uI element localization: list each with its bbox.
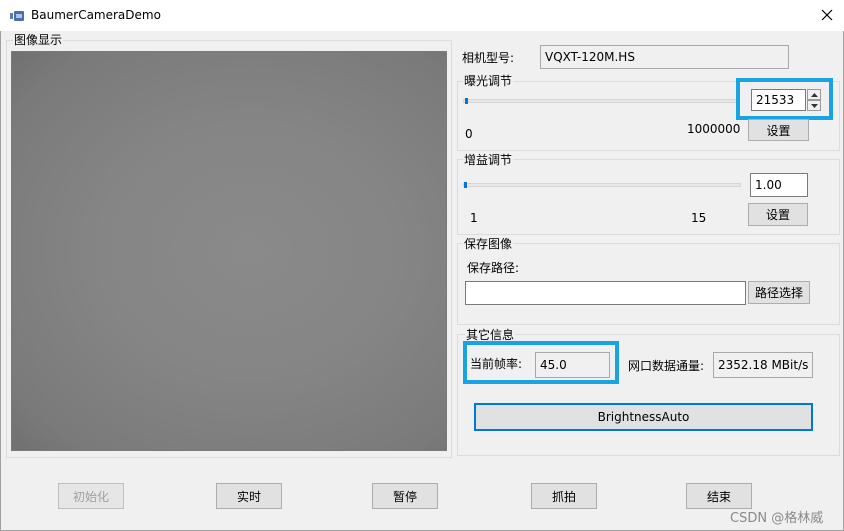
gain-set-button[interactable]: 设置	[748, 203, 808, 226]
brightness-auto-button[interactable]: BrightnessAuto	[474, 403, 813, 431]
throughput-label: 网口数据通量:	[628, 359, 705, 373]
gain-slider[interactable]	[463, 182, 741, 188]
save-image-group-label: 保存图像	[463, 237, 514, 251]
camera-model-field: VQXT-120M.HS	[540, 45, 789, 69]
exposure-slider-thumb[interactable]	[464, 98, 468, 104]
capture-button[interactable]: 抓拍	[531, 483, 597, 509]
live-button[interactable]: 实时	[216, 483, 282, 509]
choose-path-button[interactable]: 路径选择	[748, 281, 810, 304]
exposure-group-label: 曝光调节	[463, 74, 514, 88]
camera-image-view[interactable]	[11, 51, 447, 451]
pause-button[interactable]: 暂停	[372, 483, 438, 509]
throughput-field: 2352.18 MBit/s	[713, 352, 813, 378]
window-title: BaumerCameraDemo	[31, 8, 161, 22]
close-icon	[821, 9, 833, 21]
gain-group-label: 增益调节	[463, 153, 514, 167]
exposure-max-label: 1000000	[687, 122, 741, 136]
watermark: CSDN @格林威	[730, 511, 824, 526]
camera-model-label: 相机型号:	[462, 51, 515, 65]
fps-highlight	[463, 341, 619, 384]
init-button[interactable]: 初始化	[58, 483, 124, 509]
save-path-input[interactable]	[465, 281, 746, 305]
close-button[interactable]	[812, 3, 842, 27]
exposure-min-label: 0	[465, 127, 473, 141]
other-info-group-label: 其它信息	[465, 328, 516, 342]
exposure-slider[interactable]	[463, 98, 739, 104]
gain-min-label: 1	[470, 211, 478, 225]
exposure-input-highlight	[736, 78, 833, 120]
gain-max-label: 15	[691, 211, 707, 225]
image-display-label: 图像显示	[13, 33, 64, 47]
gain-input[interactable]: 1.00	[750, 173, 808, 197]
gain-slider-thumb[interactable]	[464, 182, 467, 188]
end-button[interactable]: 结束	[686, 483, 752, 509]
save-path-label: 保存路径:	[467, 261, 520, 275]
title-bar[interactable]: BaumerCameraDemo	[0, 0, 844, 31]
exposure-set-button[interactable]: 设置	[748, 119, 809, 141]
app-icon	[10, 10, 24, 21]
